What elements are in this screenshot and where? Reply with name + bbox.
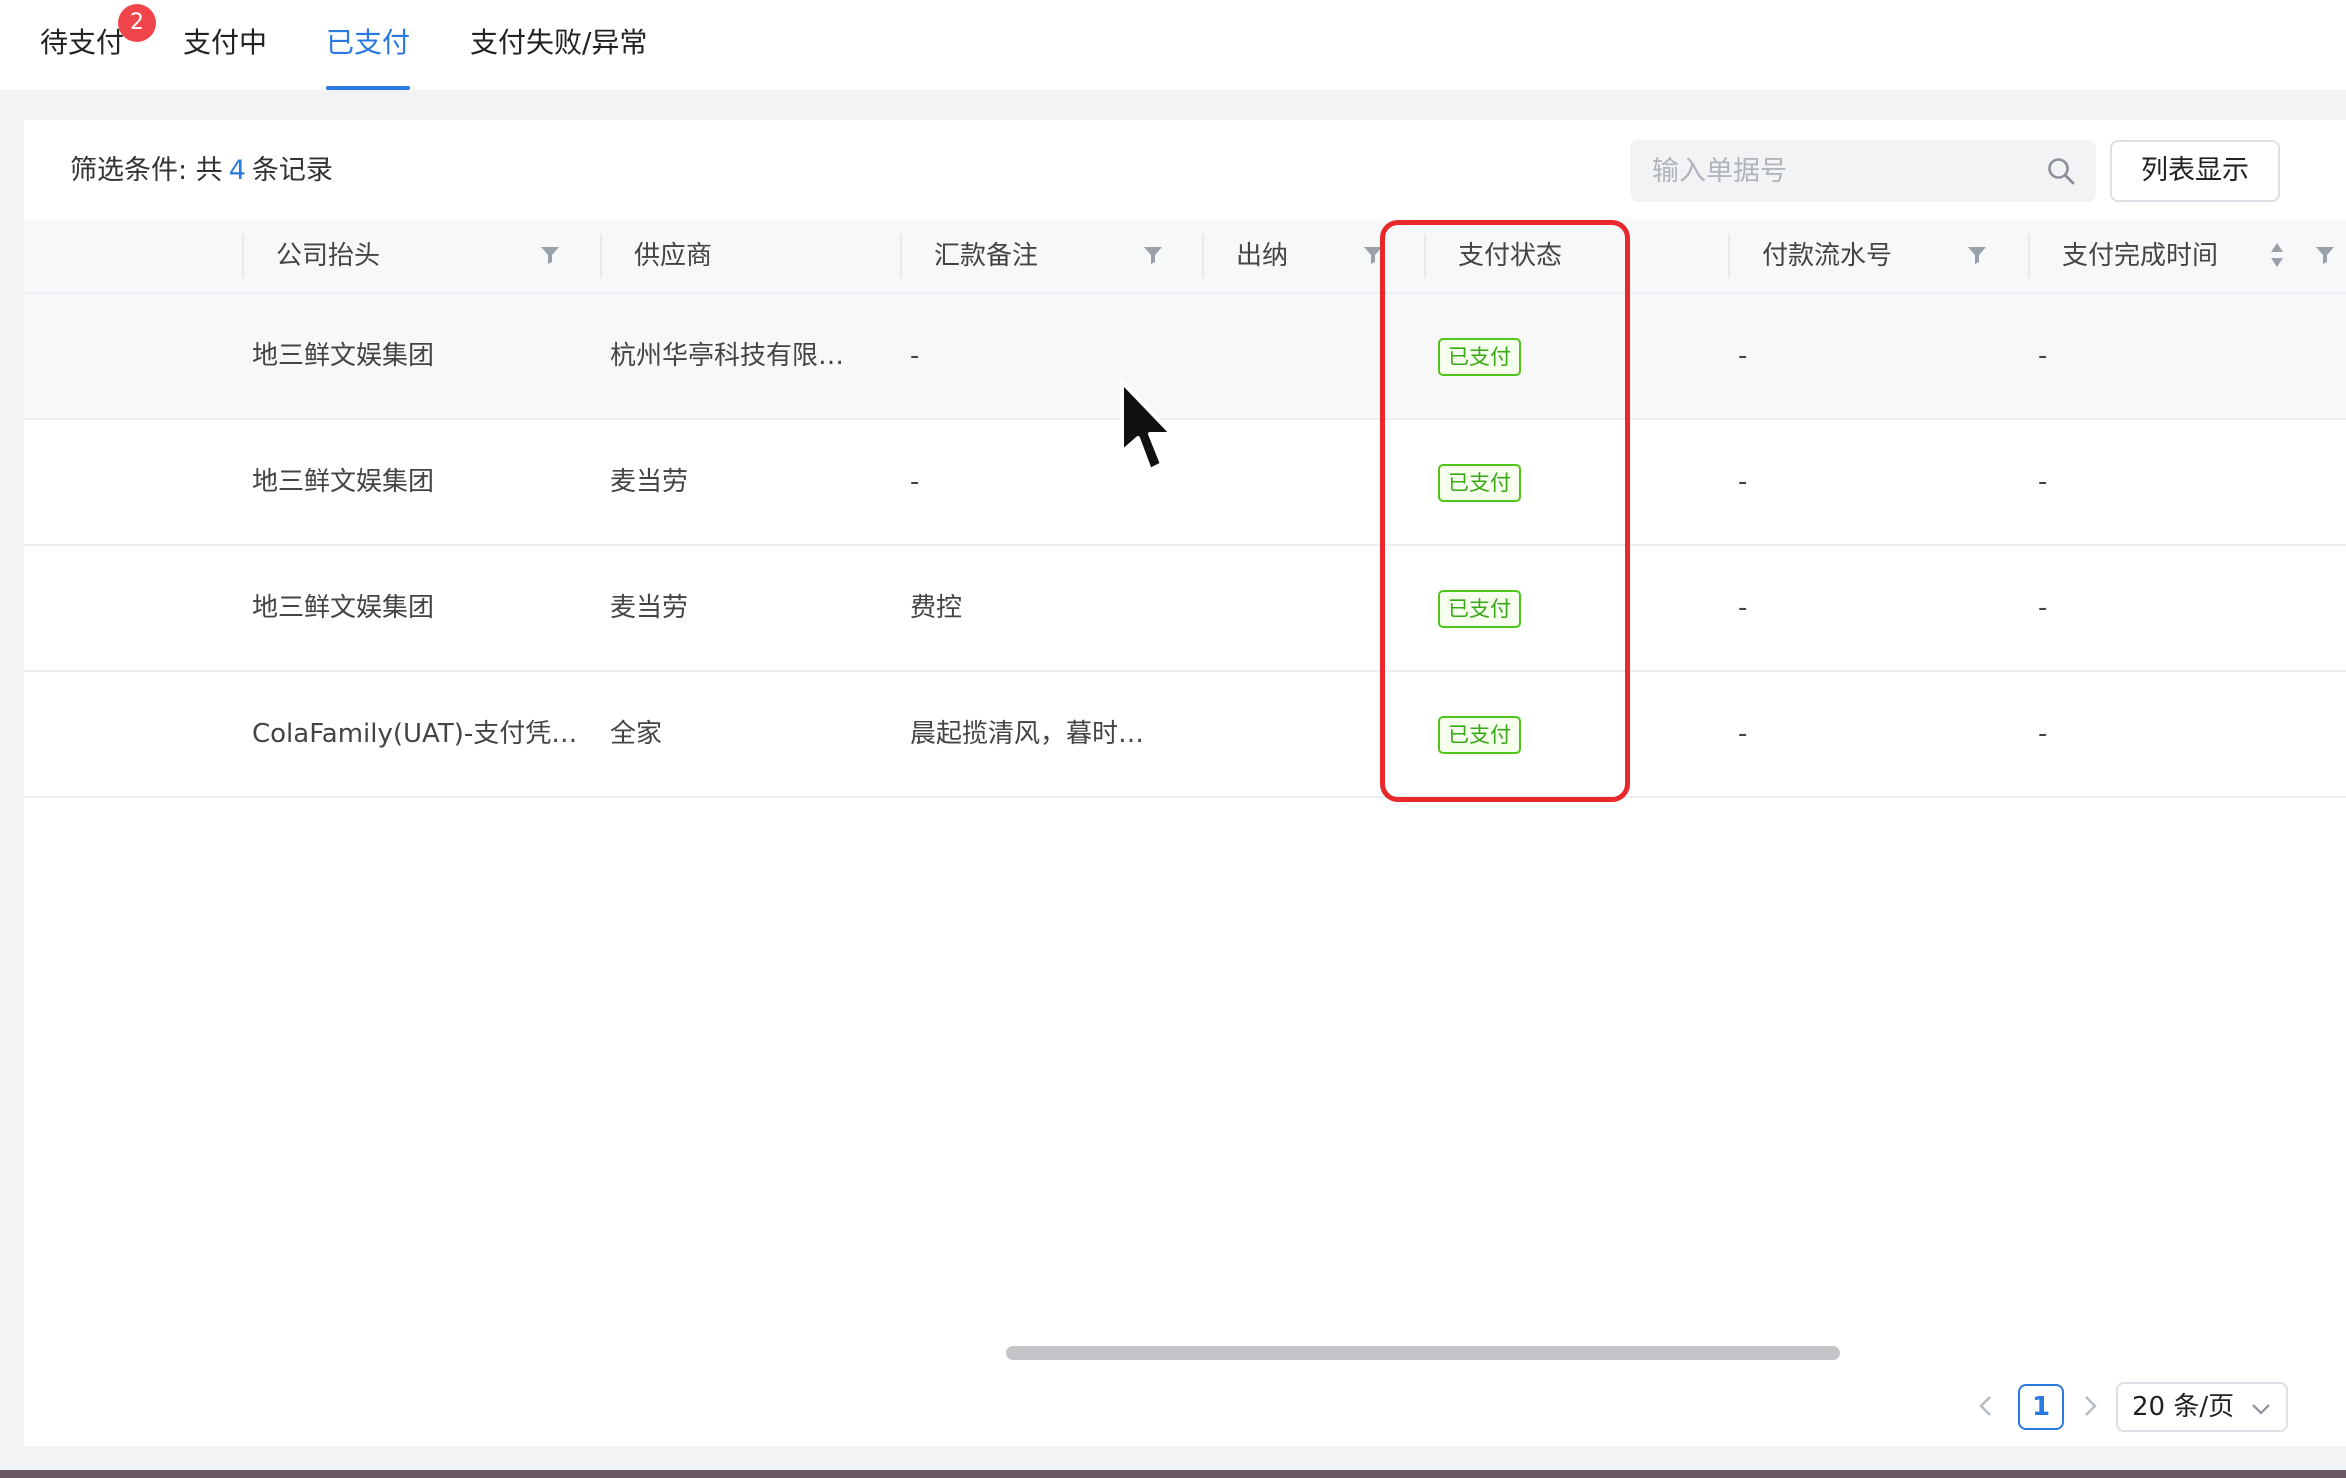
tab-paying[interactable]: 支付中: [183, 0, 267, 90]
status-badge: 已支付: [1438, 338, 1521, 376]
tab-label: 已支付: [326, 26, 411, 59]
table-row[interactable]: 地三鲜文娱集团 麦当劳 费控 已支付 - -: [24, 546, 2346, 672]
status-badge: 已支付: [1438, 590, 1521, 628]
filter-icon[interactable]: [1142, 244, 1164, 266]
status-badge: 已支付: [1438, 464, 1521, 502]
column-divider: [2028, 234, 2030, 278]
column-header-cashier: 出纳: [1236, 241, 1289, 271]
sort-icon[interactable]: [2268, 240, 2286, 270]
cell-completed-time: -: [2038, 719, 2048, 749]
window-bottom-edge: [0, 1470, 2346, 1478]
cell-supplier: 麦当劳: [610, 593, 689, 623]
column-divider: [600, 234, 602, 278]
column-divider: [242, 234, 244, 278]
column-header-payment-serial: 付款流水号: [1762, 241, 1893, 271]
tab-payment-failed[interactable]: 支付失败/异常: [470, 0, 647, 90]
table-header: 公司抬头 供应商 汇款备注 出纳 支付状态 付款流水号 支付完成时间: [24, 220, 2346, 294]
table-row[interactable]: 地三鲜文娱集团 杭州华亭科技有限… - 已支付 - -: [24, 294, 2346, 420]
column-header-payment-status: 支付状态: [1458, 241, 1563, 271]
filter-suffix: 条记录: [251, 155, 333, 186]
column-header-company: 公司抬头: [276, 241, 381, 271]
cell-completed-time: -: [2038, 467, 2048, 497]
filter-icon[interactable]: [539, 244, 561, 266]
page-size-value: 20 条/页: [2132, 1392, 2235, 1422]
pending-count-badge: 2: [118, 4, 157, 42]
horizontal-scrollbar[interactable]: [1006, 1346, 1840, 1360]
cell-supplier: 杭州华亭科技有限…: [610, 341, 845, 371]
chevron-down-icon: [2252, 1404, 2270, 1415]
cell-remittance-note: 费控: [910, 593, 963, 623]
cell-payment-serial: -: [1738, 341, 1748, 371]
column-divider: [1202, 234, 1204, 278]
column-header-completed-time: 支付完成时间: [2062, 241, 2219, 271]
record-count: 4: [228, 155, 246, 186]
column-header-remittance-note: 汇款备注: [934, 241, 1039, 271]
cell-supplier: 全家: [610, 719, 663, 749]
search-box: [1630, 140, 2096, 202]
tab-pending-payment[interactable]: 待支付 2: [40, 0, 157, 90]
cell-payment-serial: -: [1738, 593, 1748, 623]
cell-payment-serial: -: [1738, 467, 1748, 497]
chevron-left-icon[interactable]: [1968, 1388, 2004, 1424]
search-icon[interactable]: [2046, 156, 2076, 186]
list-display-button[interactable]: 列表显示: [2110, 140, 2280, 202]
cell-remittance-note: 晨起揽清风，暮时…: [910, 719, 1145, 749]
cell-payment-serial: -: [1738, 719, 1748, 749]
filter-icon[interactable]: [1362, 244, 1384, 266]
status-badge: 已支付: [1438, 716, 1521, 754]
table-row[interactable]: ColaFamily(UAT)-支付凭… 全家 晨起揽清风，暮时… 已支付 - …: [24, 672, 2346, 798]
cell-company: ColaFamily(UAT)-支付凭…: [252, 719, 578, 749]
tab-label: 支付中: [183, 26, 268, 59]
filter-icon[interactable]: [2314, 244, 2336, 266]
tabs-bar: 待支付 2 支付中 已支付 支付失败/异常: [0, 0, 2346, 90]
filter-summary: 筛选条件: 共 4 条记录: [70, 148, 333, 187]
page-number-button[interactable]: 1: [2018, 1384, 2064, 1430]
cell-company: 地三鲜文娱集团: [252, 341, 435, 371]
cell-company: 地三鲜文娱集团: [252, 593, 435, 623]
payment-list-panel: 筛选条件: 共4条记录 列表显示 公司抬头 供应商 汇款备注 出纳 支付状态 付…: [24, 120, 2346, 1445]
cell-remittance-note: -: [910, 467, 920, 497]
toolbar: 筛选条件: 共4条记录 列表显示: [24, 120, 2346, 220]
chevron-right-icon[interactable]: [2072, 1388, 2108, 1424]
cell-completed-time: -: [2038, 593, 2048, 623]
filter-prefix: 筛选条件: 共: [70, 155, 223, 186]
tab-label: 待支付: [40, 26, 125, 59]
filter-icon[interactable]: [1966, 244, 1988, 266]
page-size-select[interactable]: 20 条/页: [2116, 1382, 2288, 1432]
column-divider: [1424, 234, 1426, 278]
tab-label: 支付失败/异常: [470, 26, 648, 59]
cell-completed-time: -: [2038, 341, 2048, 371]
tab-paid[interactable]: 已支付: [326, 0, 411, 90]
document-number-search-input[interactable]: [1630, 140, 2030, 202]
column-divider: [1728, 234, 1730, 278]
pagination: 1 20 条/页: [24, 1366, 2346, 1446]
cell-remittance-note: -: [910, 341, 920, 371]
column-header-supplier: 供应商: [634, 241, 713, 271]
cell-company: 地三鲜文娱集团: [252, 467, 435, 497]
table-row[interactable]: 地三鲜文娱集团 麦当劳 - 已支付 - -: [24, 420, 2346, 546]
column-divider: [900, 234, 902, 278]
cell-supplier: 麦当劳: [610, 467, 689, 497]
